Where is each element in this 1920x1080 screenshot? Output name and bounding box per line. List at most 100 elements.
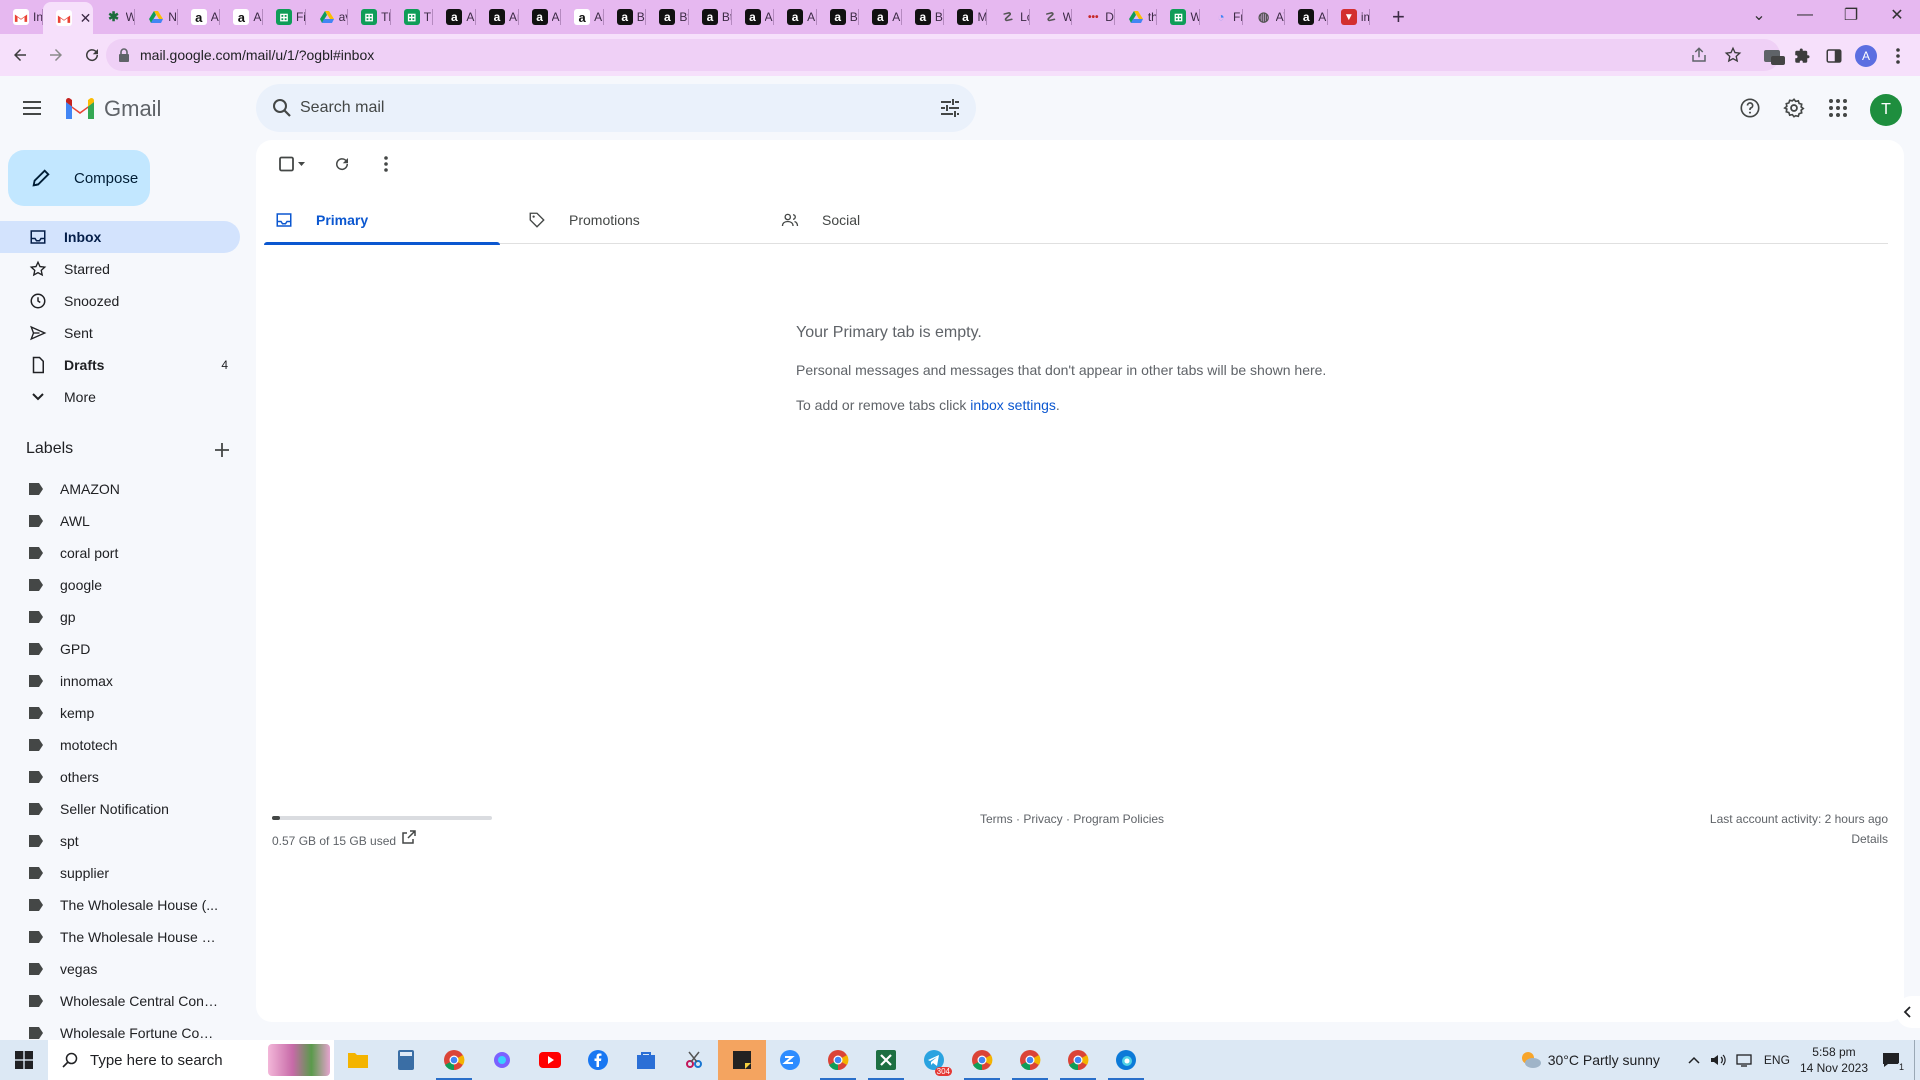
browser-tab[interactable]: aAr: [774, 0, 817, 34]
network-icon[interactable]: [1736, 1053, 1752, 1067]
extensions-puzzle-icon[interactable]: [1790, 44, 1814, 68]
show-desktop-button[interactable]: [1914, 1040, 1920, 1080]
clock[interactable]: 5:58 pm 14 Nov 2023: [1800, 1044, 1868, 1076]
browser-tab[interactable]: aAr: [220, 0, 263, 34]
side-panel-icon[interactable]: [1822, 44, 1846, 68]
nav-item-starred[interactable]: Starred: [0, 253, 240, 285]
create-label-button[interactable]: [210, 438, 234, 462]
nav-item-drafts[interactable]: Drafts 4: [0, 349, 240, 381]
facebook-icon[interactable]: [574, 1040, 622, 1080]
label-item[interactable]: GPD: [0, 633, 240, 665]
snipping-tool-icon[interactable]: [670, 1040, 718, 1080]
minimize-button[interactable]: —: [1782, 0, 1828, 30]
bookmark-star-icon[interactable]: [1724, 46, 1742, 64]
calculator-icon[interactable]: [382, 1040, 430, 1080]
zoom-icon[interactable]: [766, 1040, 814, 1080]
chrome-profile-a-icon[interactable]: [958, 1040, 1006, 1080]
search-icon[interactable]: [270, 96, 294, 120]
label-item[interactable]: supplier: [0, 857, 240, 889]
browser-tab[interactable]: ⊞TE: [391, 0, 433, 34]
tab-social[interactable]: Social: [770, 196, 1006, 244]
label-item[interactable]: vegas: [0, 953, 240, 985]
browser-menu-icon[interactable]: [1886, 44, 1910, 68]
label-item[interactable]: others: [0, 761, 240, 793]
telegram-icon[interactable]: 304: [910, 1040, 958, 1080]
start-button[interactable]: [0, 1040, 48, 1080]
more-actions-button[interactable]: [374, 152, 398, 176]
taskbar-search[interactable]: [48, 1040, 334, 1080]
settings-gear-icon[interactable]: [1778, 92, 1810, 124]
footer-links[interactable]: Terms · Privacy · Program Policies: [980, 812, 1164, 826]
inbox-settings-link[interactable]: inbox settings: [970, 397, 1056, 413]
account-avatar[interactable]: T: [1870, 94, 1902, 126]
browser-tab[interactable]: aBt: [689, 0, 732, 34]
search-options-icon[interactable]: [938, 96, 962, 120]
chrome-profile-g-icon[interactable]: [1054, 1040, 1102, 1080]
browser-tab[interactable]: aAr: [1285, 0, 1328, 34]
tab-primary[interactable]: Primary: [264, 196, 500, 245]
nav-item-inbox[interactable]: Inbox: [0, 221, 240, 253]
browser-tab[interactable]: aAr: [178, 0, 220, 34]
search-bar[interactable]: [256, 84, 976, 132]
main-menu-button[interactable]: [20, 96, 44, 120]
extension-off-icon[interactable]: [1762, 44, 1786, 68]
new-tab-button[interactable]: +: [1378, 0, 1418, 34]
label-item[interactable]: mototech: [0, 729, 240, 761]
select-all-checkbox[interactable]: [272, 152, 312, 176]
browser-tab[interactable]: ⊞ Fi: [263, 0, 306, 34]
sticky-notes-icon[interactable]: [718, 1040, 766, 1080]
chevron-up-icon[interactable]: [1688, 1056, 1700, 1064]
tab-promotions[interactable]: Promotions: [517, 196, 753, 244]
browser-tab[interactable]: aAr: [859, 0, 902, 34]
label-item[interactable]: Seller Notification: [0, 793, 240, 825]
youtube-icon[interactable]: [526, 1040, 574, 1080]
browser-tab[interactable]: aBt: [604, 0, 646, 34]
reload-button[interactable]: [76, 39, 108, 71]
browser-tab[interactable]: ◍ A\: [1243, 0, 1285, 34]
browser-tab[interactable]: aAr: [561, 0, 604, 34]
browser-tab[interactable]: Nt: [135, 0, 178, 34]
share-icon[interactable]: [1690, 46, 1708, 64]
label-item[interactable]: gp: [0, 601, 240, 633]
compose-button[interactable]: Compose: [8, 150, 150, 206]
browser-tab[interactable]: aBt: [646, 0, 689, 34]
help-icon[interactable]: [1734, 92, 1766, 124]
address-bar[interactable]: mail.google.com/mail/u/1/?ogbl#inbox: [106, 39, 1780, 71]
browser-tab[interactable]: aBt: [817, 0, 859, 34]
weather-text[interactable]: 30°C Partly sunny: [1548, 1052, 1660, 1068]
label-item[interactable]: The Wholesale House (T...: [0, 921, 240, 953]
chrome-icon[interactable]: [430, 1040, 478, 1080]
store-icon[interactable]: [622, 1040, 670, 1080]
browser-tab[interactable]: aAr: [433, 0, 476, 34]
google-apps-icon[interactable]: [1822, 92, 1854, 124]
gmail-logo[interactable]: Gmail: [64, 96, 161, 122]
close-window-button[interactable]: ✕: [1874, 0, 1920, 30]
back-button[interactable]: [4, 39, 36, 71]
excel-icon[interactable]: [862, 1040, 910, 1080]
maximize-button[interactable]: ❐: [1828, 0, 1874, 30]
label-item[interactable]: The Wholesale House (...: [0, 889, 240, 921]
close-tab-icon[interactable]: ✕: [80, 10, 92, 27]
browser-tab[interactable]: Ini: [0, 0, 43, 34]
profile-avatar[interactable]: A: [1854, 44, 1878, 68]
volume-icon[interactable]: [1710, 1053, 1726, 1067]
label-item[interactable]: google: [0, 569, 240, 601]
nav-item-sent[interactable]: Sent: [0, 317, 240, 349]
file-explorer-icon[interactable]: [334, 1040, 382, 1080]
search-input[interactable]: [300, 96, 900, 120]
label-item[interactable]: Wholesale Central Conn...: [0, 985, 240, 1017]
browser-tab[interactable]: ⊞ W: [1157, 0, 1200, 34]
nav-item-more[interactable]: More: [0, 381, 240, 413]
browser-tab[interactable]: aAr: [476, 0, 519, 34]
browser-tab[interactable]: ◔ Fr: [1200, 0, 1243, 34]
browser-tab[interactable]: aAr: [732, 0, 774, 34]
browser-tab[interactable]: aBt: [902, 0, 944, 34]
taskbar-search-input[interactable]: [90, 1051, 270, 1069]
label-item[interactable]: kemp: [0, 697, 240, 729]
browser-tab[interactable]: ☡ W: [1030, 0, 1072, 34]
browser-tab[interactable]: th: [1115, 0, 1157, 34]
browser-tab[interactable]: ✕: [42, 2, 93, 34]
nav-item-snoozed[interactable]: Snoozed: [0, 285, 240, 317]
label-item[interactable]: AMAZON: [0, 473, 240, 505]
browser-tab[interactable]: aM: [944, 0, 987, 34]
